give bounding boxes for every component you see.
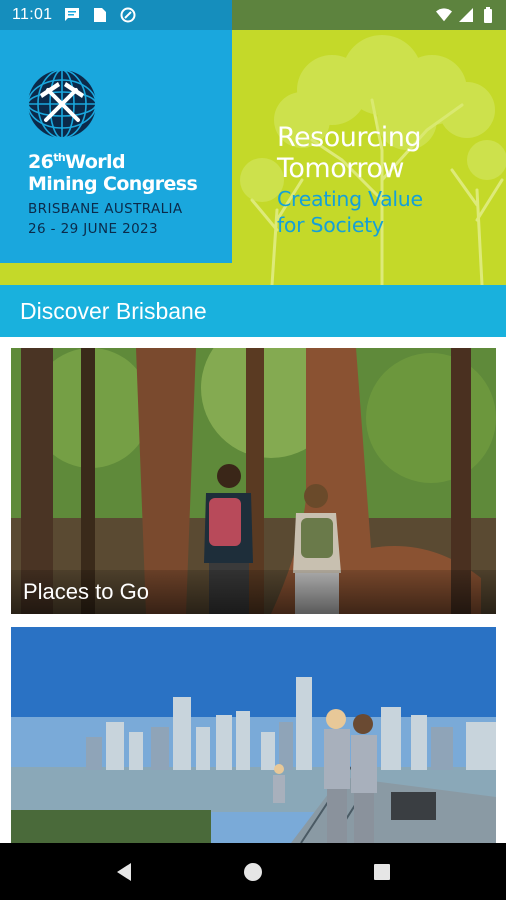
congress-title: 26thWorld Mining Congress bbox=[28, 151, 198, 195]
signal-icon bbox=[458, 7, 474, 23]
sub-tagline: Creating Value for Society bbox=[277, 187, 423, 237]
event-banner: 26thWorld Mining Congress BRISBANE AUSTR… bbox=[0, 0, 506, 285]
city-view-card[interactable] bbox=[11, 627, 496, 843]
wifi-icon bbox=[436, 7, 452, 23]
status-bar: 11:01 bbox=[0, 0, 506, 30]
system-nav-bar bbox=[0, 843, 506, 900]
brisbane-city-bridge-climb-photo bbox=[11, 627, 496, 843]
globe-pickaxe-logo-icon bbox=[27, 69, 97, 139]
sim-card-icon bbox=[92, 7, 108, 23]
data-saver-icon bbox=[120, 7, 136, 23]
home-icon[interactable] bbox=[233, 852, 273, 892]
tagline: Resourcing Tomorrow bbox=[277, 122, 421, 184]
back-icon[interactable] bbox=[104, 852, 144, 892]
status-time: 11:01 bbox=[12, 6, 53, 23]
message-icon bbox=[64, 7, 80, 23]
congress-location: BRISBANE AUSTRALIA bbox=[28, 201, 183, 217]
card-caption: Places to Go bbox=[11, 570, 496, 614]
battery-icon bbox=[480, 7, 496, 23]
section-title: Discover Brisbane bbox=[0, 285, 506, 337]
congress-dates: 26 - 29 JUNE 2023 bbox=[28, 221, 159, 237]
places-to-go-card[interactable]: Places to Go bbox=[11, 348, 496, 614]
recents-icon[interactable] bbox=[362, 852, 402, 892]
congress-location-dates: BRISBANE AUSTRALIA 26 - 29 JUNE 2023 bbox=[28, 199, 183, 239]
